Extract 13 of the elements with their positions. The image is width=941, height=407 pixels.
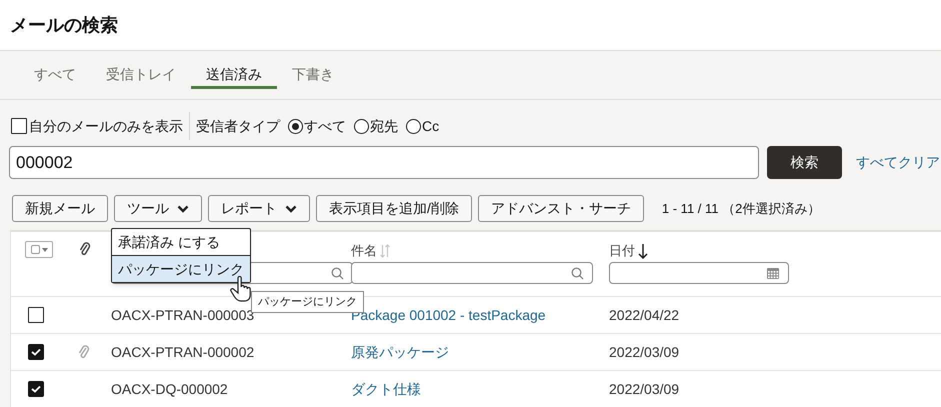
radio-label: 宛先 [370, 116, 398, 136]
result-count: 1 - 11 / 11 （2件選択済み） [662, 200, 820, 218]
checkbox-label: 自分のメールのみを表示 [29, 116, 183, 136]
radio-label: すべて [304, 116, 346, 136]
tooltip: パッケージにリンク [251, 291, 364, 313]
table-cell: OACX-DQ-000002 [111, 380, 228, 396]
radio-label: Cc [422, 116, 440, 136]
table-cell: 2022/03/09 [609, 344, 680, 360]
table-cell: 2022/04/22 [609, 306, 680, 322]
table-cell: 2022/03/09 [609, 380, 680, 396]
recipient-type-label: 受信者タイプ [196, 116, 280, 136]
page-title: メールの検索 [10, 14, 118, 36]
table-cell: OACX-PTRAN-000002 [111, 344, 254, 360]
